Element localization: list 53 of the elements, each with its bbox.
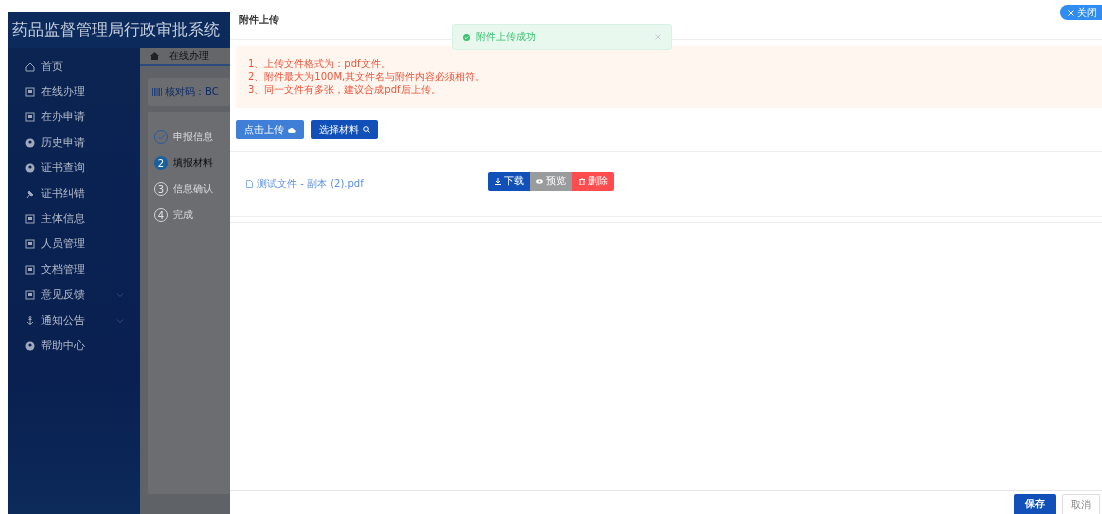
barcode-icon	[152, 88, 162, 96]
save-button[interactable]: 保存	[1014, 494, 1056, 514]
step-label: 信息确认	[173, 182, 213, 196]
sidebar-item[interactable]: 主体信息	[8, 206, 140, 232]
sidebar-item[interactable]: 人员管理	[8, 231, 140, 258]
notice-text: 1、上传文件格式为：pdf文件。	[248, 57, 392, 70]
step-marker: 2	[154, 156, 168, 170]
document-icon	[25, 290, 35, 301]
cancel-button[interactable]: 取消	[1062, 494, 1100, 514]
document-icon	[25, 239, 35, 250]
select-button[interactable]: 选择材料	[311, 120, 378, 139]
step-label: 申报信息	[173, 130, 213, 144]
success-icon	[463, 33, 470, 41]
document-icon	[25, 112, 35, 123]
sidebar-item[interactable]: 在线办理	[8, 79, 140, 105]
cloud-icon	[288, 126, 296, 133]
home-icon	[25, 61, 35, 72]
eye-icon	[536, 178, 543, 184]
notice-text: 3、同一文件有多张，建议合成pdf后上传。	[248, 83, 442, 96]
sidebar-item[interactable]: 意见反馈	[8, 282, 140, 308]
search-icon	[363, 126, 370, 133]
trash-icon	[578, 177, 585, 185]
sidebar-item[interactable]: 证书纠错	[8, 180, 140, 207]
app-title: 药品监督管理局行政审批系统	[12, 19, 220, 41]
user-icon	[25, 137, 35, 148]
upload-button[interactable]: 点击上传	[236, 120, 304, 139]
notice-text: 2、附件最大为100M,其文件名与附件内容必须相符。	[248, 70, 487, 83]
sidebar-item[interactable]: 在办申请	[8, 104, 140, 131]
check-icon	[157, 134, 165, 140]
file-link[interactable]: 测试文件 - 副本 (2).pdf	[246, 177, 488, 191]
user-icon	[25, 341, 35, 351]
sidebar-item[interactable]: 首页	[8, 54, 140, 80]
anchor-icon	[25, 315, 35, 326]
step-label: 完成	[173, 208, 193, 222]
check-code: 核对码：BC	[165, 85, 219, 99]
user-icon	[25, 163, 35, 174]
toast-message: 附件上传成功	[476, 30, 537, 44]
document-icon	[25, 264, 35, 275]
document-icon	[25, 87, 35, 98]
sidebar-item[interactable]: 帮助中心	[8, 333, 140, 359]
home-icon[interactable]	[150, 52, 159, 60]
document-icon	[25, 214, 35, 225]
drawer-title: 附件上传	[239, 12, 279, 27]
file-icon	[246, 180, 253, 188]
sidebar-item[interactable]: 文档管理	[8, 257, 140, 283]
sidebar-item[interactable]: 通知公告	[8, 307, 140, 334]
sidebar-item[interactable]: 历史申请	[8, 130, 140, 156]
sidebar-item[interactable]: 证书查询	[8, 155, 140, 181]
pin-icon	[25, 188, 35, 199]
close-icon	[1068, 9, 1074, 16]
step-label: 填报材料	[173, 156, 213, 170]
download-icon	[494, 177, 501, 185]
download-button[interactable]: 下载	[488, 171, 530, 191]
